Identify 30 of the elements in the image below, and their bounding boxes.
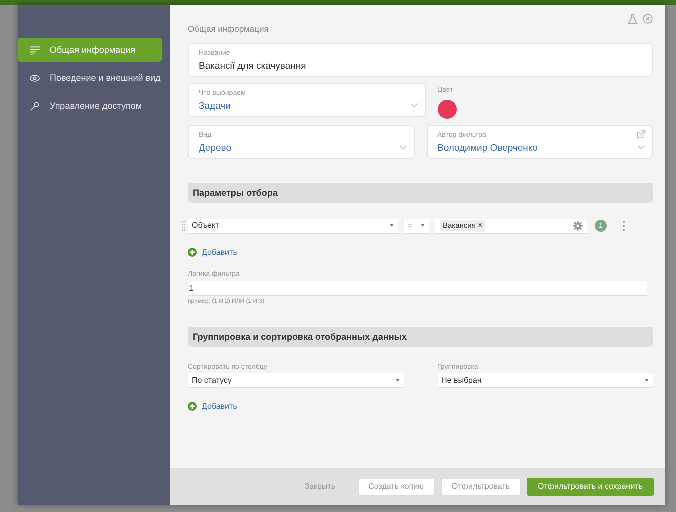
chevron-down-icon[interactable] bbox=[410, 103, 418, 108]
footer-button[interactable]: Создать копию bbox=[358, 478, 436, 496]
add-icon[interactable] bbox=[188, 402, 197, 410]
eye-icon bbox=[30, 74, 40, 82]
list-icon bbox=[30, 46, 40, 54]
drag-handle-icon[interactable] bbox=[182, 221, 186, 231]
sidebar-item[interactable]: Общая информация bbox=[18, 38, 162, 62]
section-header: Группировка и сортировка отобранных данных bbox=[188, 327, 653, 347]
section-title: Общая информация bbox=[188, 24, 270, 34]
sidebar-item[interactable]: Поведение и внешний вид bbox=[18, 66, 162, 90]
flask-icon[interactable] bbox=[628, 14, 638, 24]
key-icon bbox=[30, 102, 40, 110]
add-link[interactable]: Добавить bbox=[202, 248, 238, 256]
chevron-down-icon[interactable] bbox=[398, 145, 408, 150]
sort-select[interactable]: По статусу bbox=[188, 373, 404, 388]
chevron-down-icon[interactable] bbox=[637, 145, 646, 150]
add-link[interactable]: Добавить bbox=[202, 402, 238, 410]
logic-field[interactable]: 1 bbox=[188, 281, 647, 296]
group-select[interactable]: Не выбран bbox=[438, 373, 653, 388]
settings-icon[interactable] bbox=[573, 220, 583, 230]
section-header: Параметры отбора bbox=[188, 183, 653, 203]
field-select[interactable]: Объект bbox=[188, 218, 398, 234]
operator-select[interactable]: = bbox=[404, 218, 429, 234]
sidebar-item[interactable]: Управление доступом bbox=[18, 94, 162, 118]
footer-button[interactable]: Отфильтровать bbox=[441, 478, 522, 496]
color-swatch[interactable] bbox=[438, 100, 456, 119]
save-button[interactable]: Отфильтровать и сохранить bbox=[527, 478, 654, 496]
external-link-icon[interactable] bbox=[637, 130, 646, 139]
add-icon[interactable] bbox=[188, 248, 197, 256]
close-icon[interactable] bbox=[643, 14, 653, 24]
